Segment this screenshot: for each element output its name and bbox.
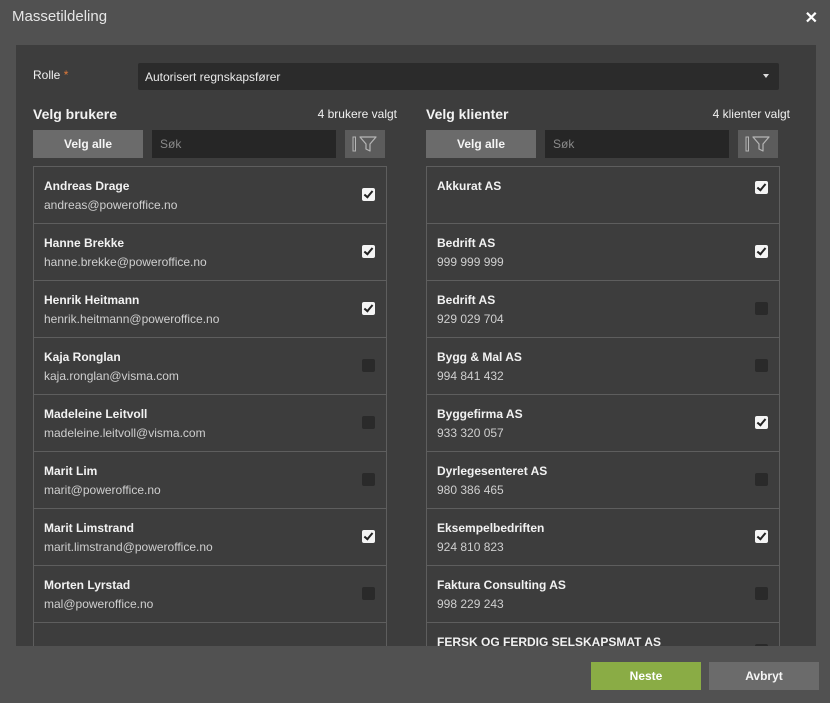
user-email: henrik.heitmann@poweroffice.no	[44, 312, 220, 326]
filter-icon	[745, 136, 770, 152]
users-filter-button[interactable]	[345, 130, 385, 158]
client-name: Eksempelbedriften	[437, 521, 545, 535]
list-item[interactable]: Morten Lyrstad mal@poweroffice.no	[34, 566, 386, 623]
cancel-button[interactable]: Avbryt	[709, 662, 819, 690]
user-email: kaja.ronglan@visma.com	[44, 369, 179, 383]
list-item[interactable]: Hanne Brekke hanne.brekke@poweroffice.no	[34, 224, 386, 281]
user-checkbox[interactable]	[362, 416, 375, 429]
client-checkbox[interactable]	[755, 359, 768, 372]
list-item[interactable]: Akkurat AS	[427, 167, 779, 224]
client-name: Dyrlegesenteret AS	[437, 464, 548, 478]
client-checkbox[interactable]	[755, 473, 768, 486]
list-item[interactable]: Bedrift AS 999 999 999	[427, 224, 779, 281]
list-item[interactable]: Andreas Drage andreas@poweroffice.no	[34, 167, 386, 224]
list-item[interactable]: Marit Lim marit@poweroffice.no	[34, 452, 386, 509]
close-icon[interactable]: ✕	[805, 8, 818, 28]
user-name: Madeleine Leitvoll	[44, 407, 148, 421]
users-title: Velg brukere	[33, 106, 118, 122]
filter-icon	[352, 136, 377, 152]
users-selected-count: 4 brukere valgt	[317, 107, 397, 121]
dialog-title: Massetildeling	[12, 8, 108, 25]
clients-selected-count: 4 klienter valgt	[712, 107, 790, 121]
user-name: Kaja Ronglan	[44, 350, 121, 364]
client-org-number: 994 841 432	[437, 369, 504, 383]
list-item[interactable]: Marit Limstrand marit.limstrand@poweroff…	[34, 509, 386, 566]
client-checkbox[interactable]	[755, 587, 768, 600]
clients-search-input[interactable]	[545, 130, 729, 158]
list-item[interactable]: Kaja Ronglan kaja.ronglan@visma.com	[34, 338, 386, 395]
client-checkbox[interactable]	[755, 302, 768, 315]
user-name: Morten Lyrstad	[44, 578, 131, 592]
user-name: Henrik Heitmann	[44, 293, 140, 307]
client-checkbox[interactable]	[755, 245, 768, 258]
dialog-content: Rolle * Autorisert regnskapsfører Velg b…	[16, 45, 816, 646]
dialog-titlebar: Massetildeling ✕	[0, 0, 830, 34]
client-name: Bedrift AS	[437, 236, 496, 250]
select-all-clients-button[interactable]: Velg alle	[426, 130, 536, 158]
client-name: Akkurat AS	[437, 179, 502, 193]
list-item[interactable]: Madeleine Leitvoll madeleine.leitvoll@vi…	[34, 395, 386, 452]
user-name: Marit Limstrand	[44, 521, 135, 535]
clients-list: Akkurat AS Bedrift AS 999 999 999 Bedrif…	[426, 166, 780, 646]
client-name: Faktura Consulting AS	[437, 578, 566, 592]
client-org-number: 933 320 057	[437, 426, 504, 440]
user-name: Marit Lim	[44, 464, 98, 478]
user-checkbox[interactable]	[362, 188, 375, 201]
mass-assignment-dialog: Massetildeling ✕ Rolle * Autorisert regn…	[0, 0, 830, 703]
next-button[interactable]: Neste	[591, 662, 701, 690]
user-checkbox[interactable]	[362, 473, 375, 486]
list-item[interactable]: FERSK OG FERDIG SELSKAPSMAT AS	[427, 623, 779, 646]
list-item[interactable]: Faktura Consulting AS 998 229 243	[427, 566, 779, 623]
user-email: marit@poweroffice.no	[44, 483, 161, 497]
clients-column: Velg klienter 4 klienter valgt Velg alle…	[426, 45, 790, 646]
client-name: Bygg & Mal AS	[437, 350, 522, 364]
list-item[interactable]: Henrik Heitmann henrik.heitmann@poweroff…	[34, 281, 386, 338]
user-email: madeleine.leitvoll@visma.com	[44, 426, 206, 440]
user-name: Hanne Brekke	[44, 236, 125, 250]
client-org-number: 998 229 243	[437, 597, 504, 611]
client-org-number: 929 029 704	[437, 312, 504, 326]
user-email: andreas@poweroffice.no	[44, 198, 178, 212]
user-checkbox[interactable]	[362, 530, 375, 543]
user-email: hanne.brekke@poweroffice.no	[44, 255, 207, 269]
client-checkbox[interactable]	[755, 530, 768, 543]
client-checkbox[interactable]	[755, 416, 768, 429]
user-checkbox[interactable]	[362, 245, 375, 258]
clients-filter-button[interactable]	[738, 130, 778, 158]
client-name: FERSK OG FERDIG SELSKAPSMAT AS	[437, 635, 662, 646]
user-email: marit.limstrand@poweroffice.no	[44, 540, 213, 554]
list-item[interactable]: Dyrlegesenteret AS 980 386 465	[427, 452, 779, 509]
client-org-number: 999 999 999	[437, 255, 504, 269]
list-item[interactable]: Eksempelbedriften 924 810 823	[427, 509, 779, 566]
list-item[interactable]: Bedrift AS 929 029 704	[427, 281, 779, 338]
user-name: Andreas Drage	[44, 179, 130, 193]
client-checkbox[interactable]	[755, 644, 768, 646]
list-item[interactable]: Bygg & Mal AS 994 841 432	[427, 338, 779, 395]
clients-title: Velg klienter	[426, 106, 509, 122]
users-column: Velg brukere 4 brukere valgt Velg alle A…	[33, 45, 397, 646]
user-checkbox[interactable]	[362, 302, 375, 315]
users-search-input[interactable]	[152, 130, 336, 158]
client-name: Byggefirma AS	[437, 407, 523, 421]
users-list: Andreas Drage andreas@poweroffice.no Han…	[33, 166, 387, 646]
list-item[interactable]: Byggefirma AS 933 320 057	[427, 395, 779, 452]
client-checkbox[interactable]	[755, 181, 768, 194]
user-checkbox[interactable]	[362, 587, 375, 600]
client-org-number: 980 386 465	[437, 483, 504, 497]
user-checkbox[interactable]	[362, 359, 375, 372]
client-name: Bedrift AS	[437, 293, 496, 307]
user-email: mal@poweroffice.no	[44, 597, 154, 611]
select-all-users-button[interactable]: Velg alle	[33, 130, 143, 158]
client-org-number: 924 810 823	[437, 540, 504, 554]
